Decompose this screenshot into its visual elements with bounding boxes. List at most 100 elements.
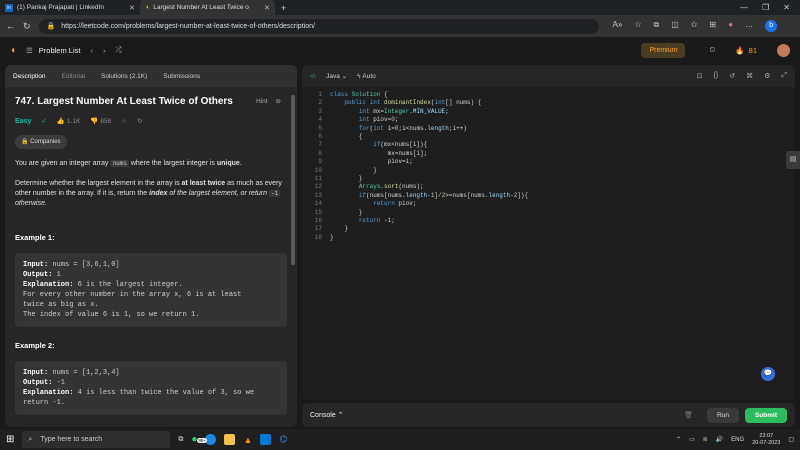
mode-label: Auto (362, 72, 376, 80)
vlc-icon[interactable]: ▲ (243, 435, 252, 445)
close-window-icon[interactable]: ✕ (783, 3, 790, 12)
timer-icon[interactable]: ⏲ (709, 45, 715, 55)
browser-tab-linkedin[interactable]: in (1) Pankaj Prajapati | LinkedIn ✕ (0, 0, 140, 15)
companies-label: Companies (30, 139, 61, 145)
prev-problem-icon[interactable]: ‹ (90, 46, 93, 55)
read-aloud-icon[interactable]: A» (613, 20, 623, 32)
value: For every other number in the array x, 6… (23, 291, 242, 299)
refresh-icon[interactable]: ↻ (23, 21, 31, 32)
line-number: 1 (318, 91, 322, 98)
whatsapp-icon[interactable]: ● 99+ (191, 434, 208, 445)
share-icon[interactable]: ↻ (137, 117, 142, 127)
inline-code: nums (110, 160, 129, 167)
hint-link[interactable]: Hint (256, 97, 268, 107)
menu-icon[interactable]: … (745, 20, 753, 32)
tray-chevron-icon[interactable]: ⌃ (676, 436, 681, 443)
example-2-title: Example 2: (15, 341, 55, 350)
value: return -1. (23, 399, 66, 407)
favorite-icon[interactable]: ☆ (634, 20, 641, 32)
settings-tab-icon[interactable]: ⌘ (746, 72, 753, 80)
submit-button[interactable]: Submit (744, 407, 787, 423)
wifi-icon[interactable]: ≋ (703, 436, 708, 443)
mode-select[interactable]: ϟ Auto (357, 73, 376, 80)
lock-icon: 🔒 (21, 139, 29, 145)
line-number: 7 (318, 141, 322, 149)
line-number: 12 (314, 183, 322, 191)
line-number: 18 (314, 233, 322, 241)
notifications-icon[interactable]: ▢ (788, 436, 794, 443)
collections-icon[interactable]: ⊞ (710, 20, 717, 32)
star-icon[interactable]: ☆ (121, 117, 127, 127)
task-view-icon[interactable]: ⧉ (178, 436, 183, 444)
text: Determine whether the largest element in… (15, 180, 182, 187)
text-italic: of the largest element, or return (167, 190, 269, 197)
bing-icon[interactable]: b (765, 20, 778, 32)
close-icon[interactable]: ✕ (129, 4, 135, 12)
companies-tag[interactable]: 🔒 Companies (15, 135, 67, 149)
shuffle-icon[interactable]: ⤮ (115, 45, 121, 55)
profile-icon[interactable]: ● (728, 20, 733, 32)
language-select[interactable]: Java ⌄ (326, 72, 347, 80)
text: . (239, 160, 242, 167)
problem-list-link[interactable]: Problem List (39, 46, 81, 55)
windows-start-icon[interactable]: ⊞ (6, 434, 14, 445)
streak-fire-icon: 🔥 (735, 45, 745, 55)
tab-solutions[interactable]: Solutions (2.1K) (101, 73, 147, 80)
close-icon[interactable]: ✕ (264, 4, 270, 12)
code-line: return -1; (358, 217, 395, 224)
leetcode-logo[interactable]: ◖ (10, 45, 16, 56)
line-number: 17 (314, 225, 322, 233)
file-explorer-icon[interactable] (224, 434, 236, 445)
inline-code: -1 (268, 190, 281, 197)
scrollbar[interactable] (291, 95, 295, 265)
browser-tab-leetcode[interactable]: ◖ Largest Number At Least Twice o ✕ (140, 0, 275, 15)
trash-icon[interactable]: 🗑 (684, 411, 693, 419)
tab-submissions[interactable]: Submissions (163, 73, 200, 80)
line-number: 9 (318, 158, 322, 166)
clock[interactable]: 23:07 20-07-2023 (752, 433, 780, 447)
taskbar-search[interactable]: ⌕ Type here to search (22, 431, 171, 448)
minimize-icon[interactable]: — (740, 3, 748, 12)
premium-button[interactable]: Premium (641, 42, 686, 58)
fullscreen-icon[interactable]: ⤢ (781, 72, 787, 80)
problem-paragraph-1: You are given an integer array nums wher… (15, 159, 287, 169)
url-field[interactable]: 🔒 https://leetcode.com/problems/largest-… (38, 18, 599, 34)
code-line: } (330, 225, 349, 233)
vscode-icon[interactable] (260, 434, 272, 445)
battery-icon[interactable]: ▭ (689, 436, 695, 443)
maximize-icon[interactable]: ❐ (762, 3, 769, 12)
dislike-icon[interactable]: 👎 (90, 117, 98, 127)
back-icon[interactable]: ← (6, 21, 15, 31)
chat-icon[interactable]: 💬 (761, 367, 775, 381)
description-tabs: Description Editorial Solutions (2.1K) S… (5, 65, 297, 87)
url-text: https://leetcode.com/problems/largest-nu… (61, 22, 315, 30)
split-screen-icon[interactable]: ◫ (671, 20, 679, 32)
reset-icon[interactable]: ↺ (729, 72, 735, 80)
like-icon[interactable]: 👍 (57, 117, 65, 127)
leetcode-icon: ◖ (145, 4, 150, 11)
extensions-icon[interactable]: ⧉ (654, 20, 660, 32)
favorites-icon[interactable]: ✩ (691, 20, 698, 32)
tab-editorial[interactable]: Editorial (62, 73, 85, 80)
next-problem-icon[interactable]: › (103, 46, 106, 55)
braces-icon[interactable]: {} (714, 72, 719, 80)
value: nums = [3,6,1,0] (48, 261, 120, 269)
more-icon[interactable]: ⊖ (276, 97, 281, 107)
new-tab-icon[interactable]: + (281, 3, 286, 13)
bookmark-icon[interactable]: ⊡ (697, 72, 703, 80)
console-toggle[interactable]: Console ⌃ (310, 411, 344, 419)
avatar[interactable] (777, 43, 790, 57)
line-number: 10 (314, 166, 322, 174)
gear-icon[interactable]: ⚙ (764, 72, 770, 80)
difficulty-badge: Easy (15, 118, 32, 125)
tab-description[interactable]: Description (13, 73, 46, 80)
app-icon[interactable]: ⌬ (279, 434, 287, 445)
code-line: public int dominantIndex(int[] nums) { (344, 99, 482, 107)
run-button[interactable]: Run (707, 407, 739, 423)
code-line: Arrays.sort(nums); (358, 183, 424, 191)
notes-icon[interactable]: ▤ (786, 151, 800, 169)
problem-paragraph-2: Determine whether the largest element in… (15, 179, 287, 209)
edge-icon[interactable] (205, 434, 217, 445)
volume-icon[interactable]: 🔊 (716, 436, 723, 443)
language-indicator[interactable]: ENG (731, 437, 744, 443)
